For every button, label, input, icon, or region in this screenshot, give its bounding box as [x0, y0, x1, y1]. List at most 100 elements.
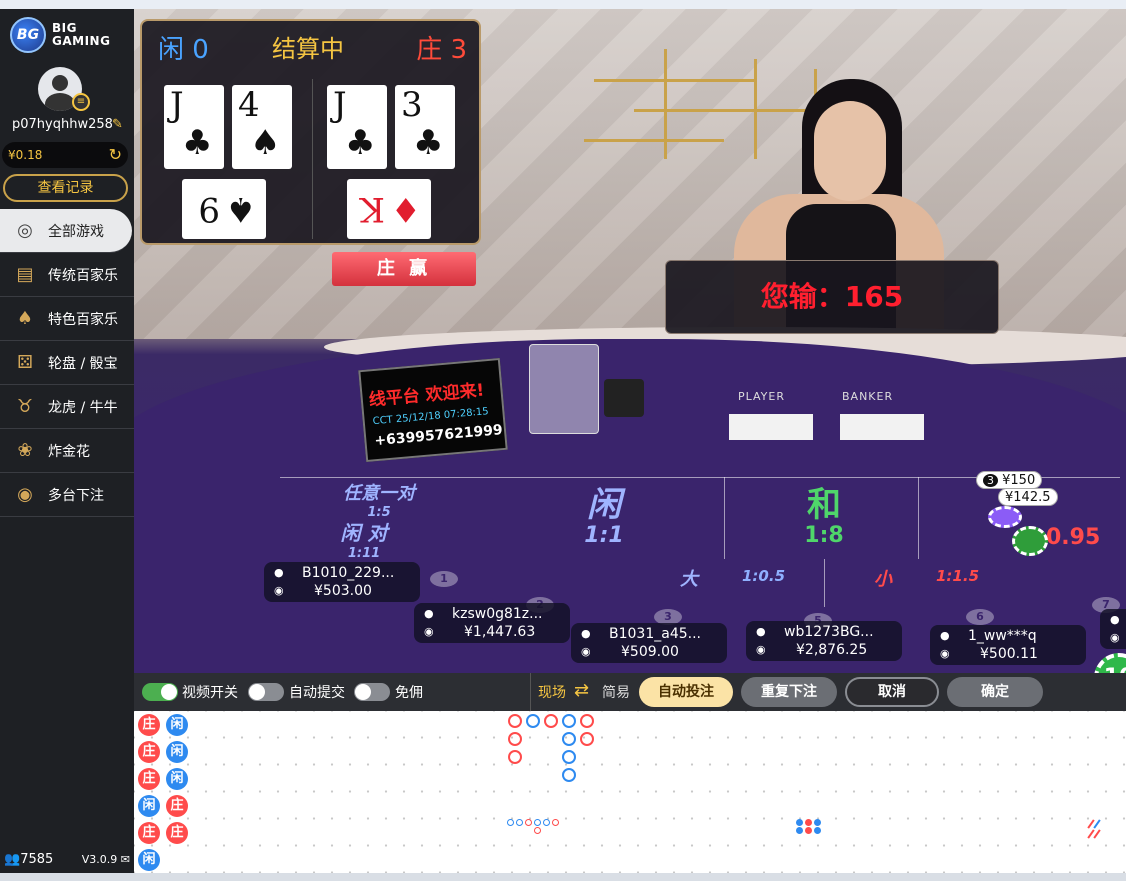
- bead-player: 闲: [166, 768, 188, 790]
- banker-card-1: J ♣: [327, 85, 387, 169]
- player-card-1: J ♣: [164, 85, 224, 169]
- online-count: 👥7585: [4, 851, 54, 867]
- bet-player[interactable]: 闲 1:1: [544, 487, 664, 548]
- bet-big[interactable]: 大: [680, 565, 698, 591]
- mail-icon[interactable]: ✉: [121, 853, 130, 866]
- confirm-button[interactable]: 确定: [947, 677, 1043, 707]
- seat-number: 6: [966, 609, 994, 625]
- sidebar-item-roulette-sicbo[interactable]: ⚄ 轮盘 / 骰宝: [0, 341, 134, 385]
- balance-value: ¥0.18: [8, 148, 43, 162]
- seat-5: ● wb1273BG... ◉ ¥2,876.25: [746, 621, 902, 661]
- video-toggle-label: 视频开关: [182, 685, 238, 701]
- repeat-bet-button[interactable]: 重复下注: [741, 677, 837, 707]
- commission-free-label: 免佣: [395, 685, 423, 701]
- big-road-banker: [508, 732, 522, 746]
- seat-3: ● B1031_a45... ◉ ¥509.00: [571, 623, 727, 663]
- auto-submit-toggle[interactable]: [248, 683, 284, 701]
- big-road-banker: [544, 714, 558, 728]
- chips-icon: ◉: [17, 484, 33, 505]
- sidebar-item-special-baccarat[interactable]: ♠ 特色百家乐: [0, 297, 134, 341]
- bet-player-pair[interactable]: 闲 对 1:11: [324, 517, 404, 561]
- bet-small[interactable]: 小: [874, 565, 892, 591]
- road-map: 庄 闲 庄 闲 庄 闲 闲 庄 庄 庄 闲: [134, 711, 1126, 873]
- user-icon: ●: [940, 629, 950, 642]
- player-box-label: PLAYER: [738, 390, 785, 403]
- sidebar-item-golden-flower[interactable]: ❀ 炸金花: [0, 429, 134, 473]
- refresh-icon[interactable]: ↻: [109, 142, 122, 168]
- history-button[interactable]: 查看记录: [3, 174, 128, 202]
- sidebar-item-classic-baccarat[interactable]: ▤ 传统百家乐: [0, 253, 134, 297]
- bull-icon: ♉: [16, 396, 34, 417]
- seat-1: ● B1010_229... ◉ ¥503.00: [264, 562, 420, 602]
- banker-cards-on-table: [840, 414, 924, 440]
- auto-bet-button[interactable]: 自动投注: [639, 677, 733, 707]
- big-road-banker: [580, 732, 594, 746]
- bead-banker: 庄: [138, 741, 160, 763]
- swap-icon[interactable]: ⇄: [574, 680, 589, 701]
- spade-icon: ♠: [250, 123, 281, 163]
- player-card-2: 4 ♠: [232, 85, 292, 169]
- coin-icon: ◉: [581, 645, 591, 658]
- bet-banker-odds[interactable]: 0.95: [1046, 525, 1100, 550]
- auto-submit-label: 自动提交: [289, 685, 345, 701]
- bead-banker: 庄: [138, 714, 160, 736]
- commission-free-toggle[interactable]: [354, 683, 390, 701]
- username: p07hyqhhw258: [12, 117, 113, 132]
- game-nav: ◎ 全部游戏 ▤ 传统百家乐 ♠ 特色百家乐 ⚄ 轮盘 / 骰宝 ♉ 龙虎 / …: [0, 209, 134, 517]
- sidebar-item-all-games[interactable]: ◎ 全部游戏: [0, 209, 132, 253]
- player-card-3: 9 ♠: [182, 179, 266, 239]
- seat-6: ● 1_ww***q ◉ ¥500.11: [930, 625, 1086, 665]
- seat-7: ● ◉: [1100, 609, 1126, 649]
- chip-stack-icon: [988, 506, 1022, 528]
- user-icon: ●: [1110, 613, 1120, 626]
- seat-2: ● kzsw0g81z... ◉ ¥1,447.63: [414, 603, 570, 643]
- bet-any-pair[interactable]: 任意一对 1:5: [334, 479, 424, 520]
- bead-player: 闲: [166, 714, 188, 736]
- cancel-button[interactable]: 取消: [845, 677, 939, 707]
- sidebar-item-dragon-tiger[interactable]: ♉ 龙虎 / 牛牛: [0, 385, 134, 429]
- user-icon: ●: [274, 566, 284, 579]
- edit-icon[interactable]: ✎: [112, 117, 123, 132]
- my-bet-tag: ¥142.5: [998, 488, 1058, 506]
- spade-icon: ♠: [225, 189, 256, 229]
- card-special-icon: ♠: [16, 308, 34, 329]
- bet-total-tag: 3 ¥150: [976, 471, 1043, 489]
- bet-tie[interactable]: 和 1:8: [764, 487, 884, 548]
- big-road-player: [562, 732, 576, 746]
- club-icon: ♣: [345, 123, 376, 163]
- roulette-icon: ◎: [17, 220, 33, 241]
- bottom-strip: [0, 873, 1126, 881]
- result-panel: 闲 0 结算中 庄 3 J ♣ 4 ♠ 9 ♠ J ♣ 3 ♣ K ♦: [140, 19, 481, 245]
- sidebar-item-multi-table[interactable]: ◉ 多台下注: [0, 473, 134, 517]
- round-status: 结算中: [272, 35, 344, 63]
- bead-player: 闲: [166, 741, 188, 763]
- bead-banker: 庄: [166, 795, 188, 817]
- sidebar-footer: 👥7585 V3.0.9 ✉: [0, 845, 134, 873]
- video-toggle[interactable]: [142, 683, 178, 701]
- app-root: BG BIG GAMING ≡ p07hyqhhw258 ✎ ¥0.18 ↻ 查…: [0, 0, 1126, 881]
- bead-banker: 庄: [138, 768, 160, 790]
- top-strip: [0, 0, 1126, 9]
- club-icon: ♣: [182, 123, 213, 163]
- bet-small-odds: 1:1.5: [936, 567, 980, 585]
- user-icon: ●: [756, 625, 766, 638]
- coin-icon: ◉: [1110, 631, 1120, 644]
- big-road-banker: [580, 714, 594, 728]
- big-road-player: [562, 714, 576, 728]
- mode-simple[interactable]: 简易: [602, 682, 630, 702]
- banker-score: 庄 3: [416, 35, 467, 65]
- bead-banker: 庄: [166, 822, 188, 844]
- menu-badge-icon[interactable]: ≡: [72, 93, 90, 111]
- mode-live[interactable]: 现场: [538, 682, 566, 702]
- banker-box-label: BANKER: [842, 390, 894, 403]
- sidebar-item-label: 特色百家乐: [48, 311, 118, 328]
- user-icon: ●: [424, 607, 434, 620]
- loss-message: 您输：165: [665, 260, 999, 334]
- bg-logo-icon: BG: [10, 17, 46, 53]
- banker-card-3: K ♦: [347, 179, 431, 239]
- control-bar: 视频开关 自动提交 免佣 现场 ⇄ 简易 自动投注 重复下注 取消 确定: [134, 673, 1126, 711]
- big-road-player: [562, 750, 576, 764]
- banker-card-2: 3 ♣: [395, 85, 455, 169]
- sidebar-item-label: 全部游戏: [48, 223, 104, 240]
- winner-banner: 庄 赢: [332, 252, 476, 286]
